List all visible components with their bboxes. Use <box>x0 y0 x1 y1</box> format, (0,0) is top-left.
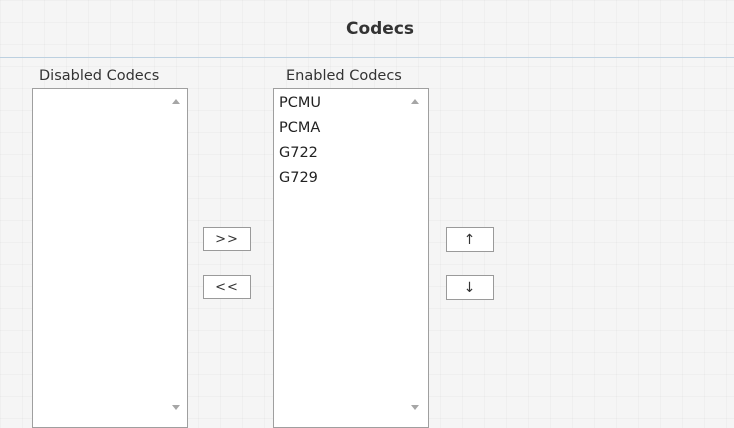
codec-item[interactable]: G729 <box>279 166 428 191</box>
disabled-codecs-items <box>33 89 187 91</box>
move-down-button[interactable]: ↓ <box>446 275 494 300</box>
page-title: Codecs <box>345 19 415 39</box>
add-codec-button[interactable]: >> <box>203 227 251 251</box>
scroll-down-icon[interactable] <box>172 405 180 410</box>
disabled-codecs-list[interactable] <box>32 88 188 428</box>
scroll-up-icon[interactable] <box>411 99 419 104</box>
scroll-up-icon[interactable] <box>172 99 180 104</box>
codecs-header: Codecs <box>0 0 734 58</box>
enabled-codecs-list[interactable]: PCMU PCMA G722 G729 <box>273 88 429 428</box>
enabled-codecs-label: Enabled Codecs <box>286 68 402 84</box>
codec-item[interactable]: PCMA <box>279 116 428 141</box>
codec-item[interactable]: G722 <box>279 141 428 166</box>
move-up-button[interactable]: ↑ <box>446 227 494 252</box>
enabled-codecs-items: PCMU PCMA G722 G729 <box>274 89 428 191</box>
disabled-codecs-label: Disabled Codecs <box>39 68 160 84</box>
remove-codec-button[interactable]: << <box>203 275 251 299</box>
scroll-down-icon[interactable] <box>411 405 419 410</box>
codec-item[interactable]: PCMU <box>279 91 428 116</box>
